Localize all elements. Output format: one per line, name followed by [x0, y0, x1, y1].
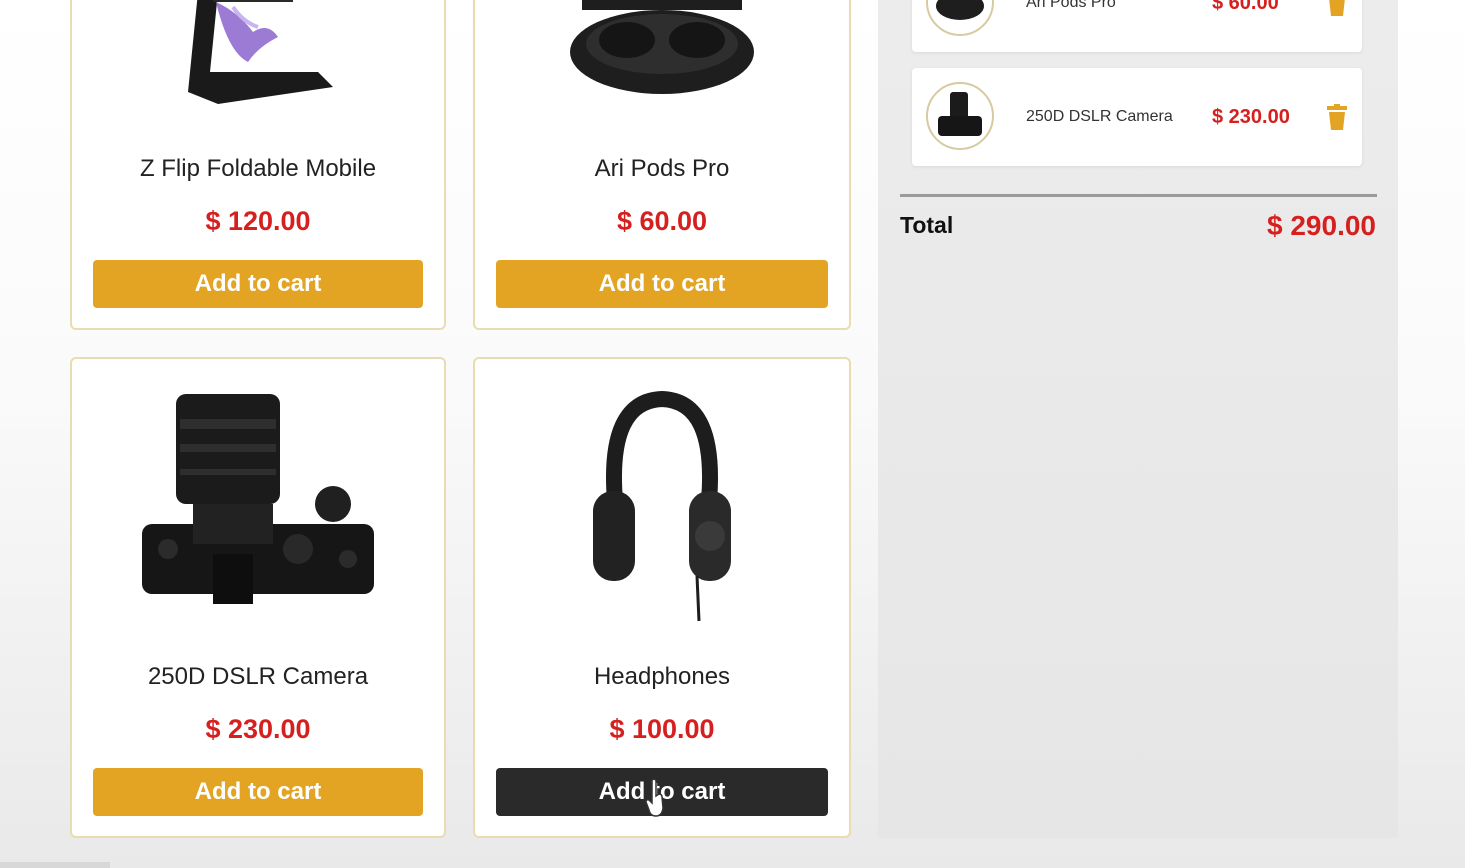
- cart-item-price: $ 60.00: [1212, 0, 1279, 14]
- product-card: 250D DSLR Camera $ 230.00 Add to cart: [70, 357, 446, 838]
- cart-panel: Ari Pods Pro $ 60.00 250D DSLR Camera $ …: [878, 0, 1398, 838]
- trash-icon[interactable]: [1326, 104, 1348, 130]
- product-price: $ 100.00: [609, 714, 715, 744]
- cart-item-name: Ari Pods Pro: [1026, 0, 1116, 11]
- add-to-cart-button[interactable]: Add to cart: [93, 260, 423, 308]
- headphones-image: [593, 391, 731, 622]
- product-price: $ 60.00: [616, 206, 708, 236]
- cart-item-thumbnail: [926, 0, 994, 36]
- cart-item-price: $ 230.00: [1212, 106, 1290, 128]
- product-name: 250D DSLR Camera: [147, 663, 369, 690]
- earbuds-case-image: [570, 0, 754, 94]
- product-card: Z Flip Foldable Mobile $ 120.00 Add to c…: [70, 0, 446, 330]
- trash-icon[interactable]: [1326, 0, 1348, 16]
- product-name: Ari Pods Pro: [594, 155, 730, 182]
- product-price: $ 230.00: [205, 714, 311, 744]
- scrollbar[interactable]: [0, 862, 110, 868]
- product-name: Headphones: [593, 663, 731, 690]
- total-value: $ 290.00: [1267, 210, 1376, 241]
- cart-item-thumbnail: [926, 82, 994, 150]
- hand-cursor-icon: [645, 778, 664, 817]
- total-label: Total: [900, 212, 954, 238]
- cart-item: Ari Pods Pro $ 60.00: [912, 0, 1362, 52]
- product-card: Ari Pods Pro $ 60.00 Add to cart: [473, 0, 851, 330]
- product-card: Headphones $ 100.00 Add to cart: [473, 357, 851, 838]
- product-name: Z Flip Foldable Mobile: [139, 155, 377, 182]
- add-to-cart-button[interactable]: Add to cart: [93, 768, 423, 816]
- cart-item-name: 250D DSLR Camera: [1026, 108, 1173, 125]
- phone-image: [188, 0, 333, 104]
- total-divider: [900, 194, 1377, 197]
- camera-image: [142, 394, 374, 604]
- cart-item: 250D DSLR Camera $ 230.00: [912, 68, 1362, 166]
- add-to-cart-button[interactable]: Add to cart: [496, 260, 828, 308]
- product-price: $ 120.00: [205, 206, 311, 236]
